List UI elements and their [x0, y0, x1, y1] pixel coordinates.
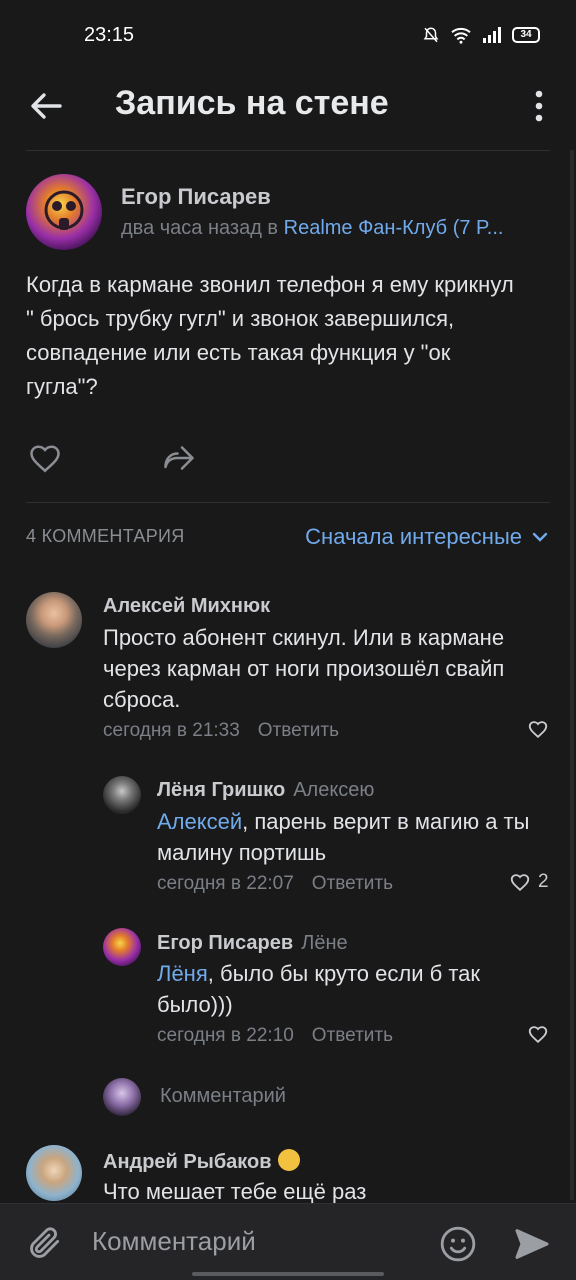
- comment-author: Андрей Рыбаков: [103, 1149, 300, 1174]
- post-text: Когда в кармане звонил телефон я ему кри…: [26, 272, 514, 399]
- group-link[interactable]: Realme Фан-Клуб (7 P...: [284, 217, 504, 239]
- header-divider: [26, 150, 550, 151]
- thread-reply-input[interactable]: Комментарий: [160, 1085, 286, 1108]
- wifi-icon: [451, 27, 471, 44]
- comment-author-name[interactable]: Андрей Рыбаков: [103, 1151, 272, 1173]
- comment-author-name[interactable]: Егор Писарев: [157, 932, 293, 954]
- comment-author-name[interactable]: Лёня Гришко: [157, 779, 285, 801]
- comment-input[interactable]: Комментарий: [92, 1226, 256, 1257]
- commenter-avatar[interactable]: [26, 1145, 82, 1201]
- more-vertical-icon[interactable]: [524, 86, 554, 126]
- page-title: Запись на стене: [115, 84, 389, 122]
- emoji-status-icon: [277, 1149, 300, 1171]
- comment-time: сегодня в 22:07: [157, 873, 294, 894]
- reply-button[interactable]: Ответить: [312, 1025, 393, 1046]
- comment-text: Просто абонент скинул. Или в кармане чер…: [103, 625, 505, 712]
- comment-time: сегодня в 22:10: [157, 1025, 294, 1046]
- comment-meta: сегодня в 22:10 Ответить: [157, 1025, 393, 1047]
- share-arrow-icon[interactable]: [160, 440, 198, 476]
- like-heart-icon[interactable]: [26, 440, 64, 476]
- home-indicator: [192, 1272, 384, 1276]
- send-arrow-icon[interactable]: [512, 1224, 552, 1264]
- mention-link[interactable]: Лёня: [157, 961, 208, 986]
- back-arrow-icon[interactable]: [26, 86, 66, 126]
- sort-label: Сначала интересные: [305, 524, 522, 549]
- comment-text: Лёня, было бы круто если б так было))): [157, 958, 517, 1020]
- sort-dropdown[interactable]: Сначала интересные: [305, 524, 548, 550]
- attach-paperclip-icon[interactable]: [26, 1224, 64, 1262]
- emoji-smile-icon[interactable]: [438, 1224, 478, 1264]
- author-avatar[interactable]: [26, 174, 102, 250]
- status-bar: 23:15 34: [0, 0, 576, 72]
- gas-mask-avatar-icon: [44, 190, 84, 230]
- commenter-avatar[interactable]: [103, 776, 141, 814]
- post-meta: два часа назад в Realme Фан-Клуб (7 P...: [121, 217, 503, 240]
- bell-off-icon: [423, 27, 439, 43]
- status-time: 23:15: [84, 24, 135, 46]
- commenter-avatar[interactable]: [103, 928, 141, 966]
- battery-icon: 34: [512, 27, 540, 43]
- commenter-avatar[interactable]: [26, 592, 82, 648]
- header: Запись на стене: [0, 72, 576, 150]
- reply-button[interactable]: Ответить: [258, 720, 339, 741]
- comment-like-button[interactable]: [526, 1023, 550, 1045]
- comment-composer: Комментарий: [0, 1203, 576, 1280]
- heart-icon: [510, 874, 530, 892]
- chevron-down-icon: [532, 532, 548, 542]
- reply-to-name[interactable]: Лёне: [301, 932, 347, 954]
- comment-text: Что мешает тебе ещё раз: [103, 1179, 367, 1203]
- comments-count: 4 КОММЕНТАРИЯ: [26, 526, 185, 546]
- comment-author: Егор Писарев Лёне: [157, 932, 348, 955]
- heart-icon: [528, 1026, 548, 1044]
- comment-meta: сегодня в 22:07 Ответить: [157, 873, 393, 895]
- status-icons: 34: [422, 26, 540, 44]
- comment-author: Лёня Гришко Алексею: [157, 779, 374, 802]
- like-count: 2: [538, 871, 549, 892]
- heart-icon: [528, 721, 548, 739]
- comment-like-button[interactable]: 2: [508, 871, 549, 893]
- reply-button[interactable]: Ответить: [312, 873, 393, 894]
- reply-to-name[interactable]: Алексею: [293, 779, 374, 801]
- comment-author[interactable]: Алексей Михнюк: [103, 595, 270, 618]
- comment-like-button[interactable]: [526, 718, 550, 740]
- signal-icon: [483, 27, 501, 43]
- post-author-name[interactable]: Егор Писарев: [121, 184, 271, 210]
- scrollbar[interactable]: [570, 150, 574, 1200]
- post-time: два часа назад в: [121, 217, 284, 239]
- post-divider: [26, 502, 550, 503]
- mention-link[interactable]: Алексей: [157, 809, 242, 834]
- comment-text: Алексей, парень верит в магию а ты малин…: [157, 806, 547, 868]
- comment-time: сегодня в 21:33: [103, 720, 240, 741]
- comment-meta: сегодня в 21:33 Ответить: [103, 720, 339, 742]
- my-avatar: [103, 1078, 141, 1116]
